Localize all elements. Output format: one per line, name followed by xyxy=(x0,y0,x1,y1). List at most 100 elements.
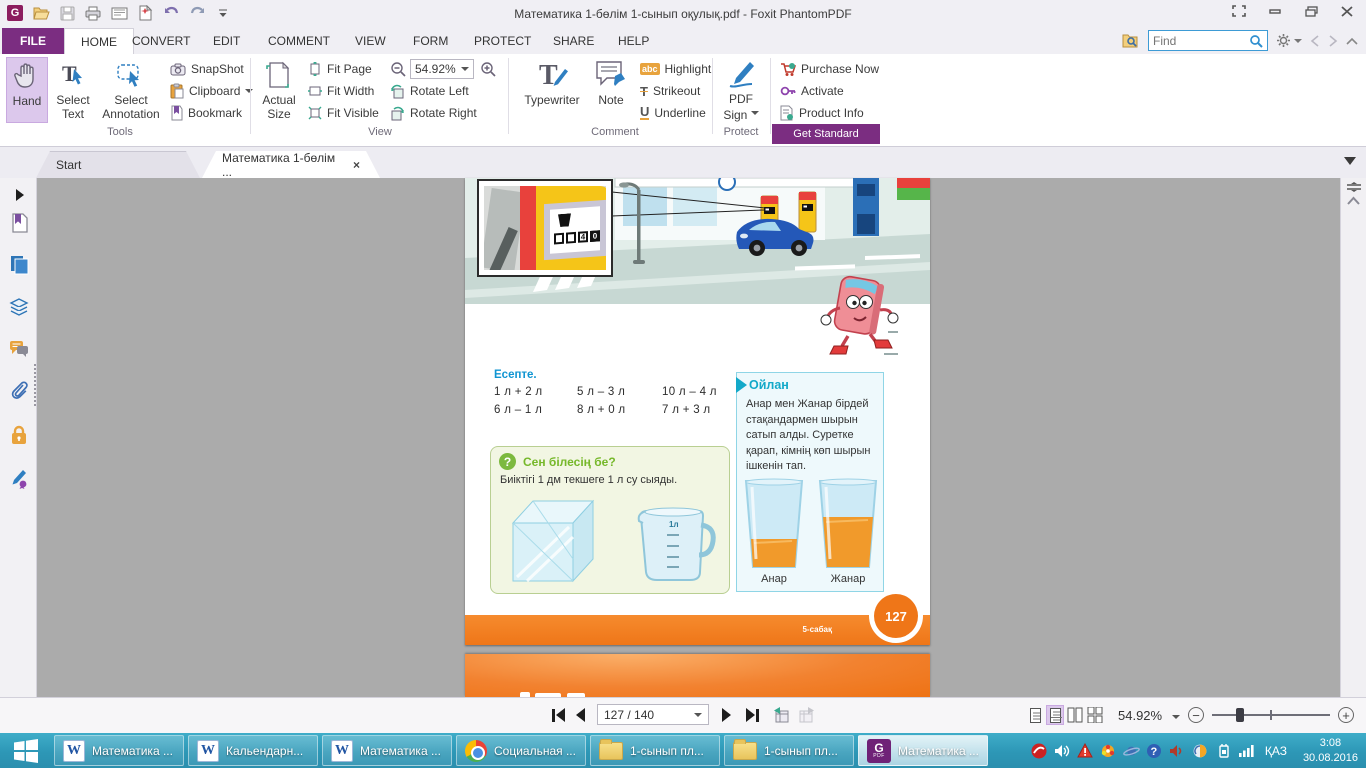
find-options-gear-icon[interactable] xyxy=(1276,33,1302,48)
doc-tab-close-icon[interactable]: × xyxy=(353,158,360,172)
pages-panel-icon[interactable] xyxy=(8,254,30,276)
close-icon[interactable] xyxy=(1338,3,1356,19)
print-icon[interactable] xyxy=(84,4,102,22)
activate-button[interactable]: Activate xyxy=(780,81,844,101)
tab-share[interactable]: SHARE xyxy=(553,28,594,54)
get-standard-group-label[interactable]: Get Standard xyxy=(772,124,880,144)
attachments-panel-icon[interactable] xyxy=(8,380,30,402)
tab-view[interactable]: VIEW xyxy=(355,28,386,54)
updater-tray-icon[interactable] xyxy=(1100,742,1117,759)
pdf-sign-button[interactable]: PDFSign xyxy=(716,57,766,123)
next-page-button[interactable] xyxy=(722,706,731,724)
rotate-right-button[interactable]: Rotate Right xyxy=(390,103,477,123)
find-input[interactable] xyxy=(1153,34,1249,48)
tab-form[interactable]: FORM xyxy=(413,28,448,54)
save-icon[interactable] xyxy=(58,4,76,22)
fit-page-button[interactable]: Fit Page xyxy=(308,59,372,79)
zoom-out-button[interactable]: − xyxy=(1188,707,1204,723)
antivirus-tray-icon[interactable] xyxy=(1031,742,1048,759)
previous-view-icon[interactable] xyxy=(772,706,790,724)
zoom-percentage[interactable]: 54.92% xyxy=(1118,708,1162,723)
tab-convert[interactable]: CONVERT xyxy=(132,28,190,54)
continuous-facing-view-icon[interactable] xyxy=(1086,705,1104,725)
single-page-view-icon[interactable] xyxy=(1026,705,1044,725)
zoom-combo[interactable]: 54.92% xyxy=(410,59,474,79)
strikeout-button[interactable]: T Strikeout xyxy=(640,81,700,101)
clipboard-button[interactable]: Clipboard xyxy=(170,81,253,101)
search-folder-icon[interactable] xyxy=(1122,33,1140,48)
help-tray-icon[interactable]: ? xyxy=(1146,742,1163,759)
page-number-input[interactable] xyxy=(604,708,684,722)
facing-view-icon[interactable] xyxy=(1066,705,1084,725)
start-button[interactable] xyxy=(0,733,52,768)
redo-icon[interactable] xyxy=(188,4,206,22)
undo-icon[interactable] xyxy=(162,4,180,22)
first-page-button[interactable] xyxy=(552,706,565,724)
sync-tray-icon[interactable] xyxy=(1192,742,1209,759)
expand-panel-icon[interactable] xyxy=(8,184,30,206)
hand-tool-button[interactable]: Hand xyxy=(6,57,48,123)
typewriter-button[interactable]: T Typewriter xyxy=(516,57,588,123)
zoom-out-tool-icon[interactable] xyxy=(390,61,406,77)
doc-tab-document[interactable]: Математика 1-бөлім ... × xyxy=(202,151,380,178)
taskbar-item-word-2[interactable]: W Кальендарн... xyxy=(188,735,318,766)
rotate-left-button[interactable]: Rotate Left xyxy=(390,81,469,101)
taskbar-item-word-3[interactable]: W Математика ... xyxy=(322,735,452,766)
language-indicator[interactable]: ҚАЗ xyxy=(1265,744,1287,758)
note-button[interactable]: Note xyxy=(590,57,632,123)
zoom-in-button[interactable]: + xyxy=(1338,707,1354,723)
tab-edit[interactable]: EDIT xyxy=(213,28,240,54)
audio-tray-icon[interactable] xyxy=(1169,742,1186,759)
highlight-button[interactable]: abc Highlight xyxy=(640,59,711,79)
actual-size-button[interactable]: Actual Size xyxy=(256,57,302,123)
tab-list-dropdown-icon[interactable] xyxy=(1344,157,1356,165)
restore-window-icon[interactable] xyxy=(1302,3,1320,19)
snapshot-button[interactable]: SnapShot xyxy=(170,59,244,79)
bookmark-button[interactable]: Bookmark xyxy=(170,103,242,123)
email-icon[interactable] xyxy=(110,4,128,22)
restore-layout-icon[interactable] xyxy=(1230,3,1248,19)
taskbar-item-folder-1[interactable]: 1-сынып пл... xyxy=(590,735,720,766)
find-next-icon[interactable] xyxy=(1328,35,1338,47)
doc-tab-start[interactable]: Start xyxy=(36,151,200,178)
taskbar-item-word-1[interactable]: W Математика ... xyxy=(54,735,184,766)
planet-tray-icon[interactable] xyxy=(1123,742,1140,759)
purchase-now-button[interactable]: Purchase Now xyxy=(780,59,879,79)
volume-tray-icon[interactable] xyxy=(1054,742,1071,759)
product-info-button[interactable]: Product Info xyxy=(780,103,864,123)
network-tray-icon[interactable] xyxy=(1238,742,1255,759)
zoom-dropdown-icon[interactable] xyxy=(1172,715,1180,723)
zoom-in-tool-icon[interactable] xyxy=(480,61,496,77)
collapse-ribbon-icon[interactable] xyxy=(1346,37,1358,45)
fit-width-button[interactable]: Fit Width xyxy=(308,81,374,101)
fit-visible-button[interactable]: Fit Visible xyxy=(308,103,379,123)
zoom-slider-handle[interactable] xyxy=(1236,708,1244,722)
tab-home[interactable]: HOME xyxy=(64,28,134,54)
underline-button[interactable]: U Underline xyxy=(640,103,706,123)
clock[interactable]: 3:08 30.08.2016 xyxy=(1303,736,1358,765)
taskbar-item-foxit-active[interactable]: GPDF Математика ... xyxy=(858,735,988,766)
tab-protect[interactable]: PROTECT xyxy=(474,28,531,54)
split-view-handle-icon[interactable] xyxy=(1346,182,1362,192)
next-view-icon[interactable] xyxy=(798,706,816,724)
tab-comment[interactable]: COMMENT xyxy=(268,28,330,54)
panel-resize-grip[interactable] xyxy=(34,364,37,406)
open-file-icon[interactable] xyxy=(32,4,50,22)
page-number-combo[interactable] xyxy=(597,704,709,725)
security-panel-icon[interactable] xyxy=(8,424,30,446)
comments-panel-icon[interactable] xyxy=(8,338,30,360)
previous-page-button[interactable] xyxy=(576,706,585,724)
select-text-button[interactable]: T Select Text xyxy=(50,57,96,123)
tab-file[interactable]: FILE xyxy=(2,28,64,54)
taskbar-item-folder-2[interactable]: 1-сынып пл... xyxy=(724,735,854,766)
customize-toolbar-icon[interactable] xyxy=(214,4,232,22)
find-previous-icon[interactable] xyxy=(1310,35,1320,47)
taskbar-item-chrome[interactable]: Социальная ... xyxy=(456,735,586,766)
new-document-icon[interactable] xyxy=(136,4,154,22)
scroll-up-icon[interactable] xyxy=(1347,196,1360,205)
select-annotation-button[interactable]: Select Annotation xyxy=(98,57,164,123)
layers-panel-icon[interactable] xyxy=(8,296,30,318)
signature-panel-icon[interactable] xyxy=(8,468,30,490)
minimize-icon[interactable] xyxy=(1266,3,1284,19)
last-page-button[interactable] xyxy=(746,706,759,724)
